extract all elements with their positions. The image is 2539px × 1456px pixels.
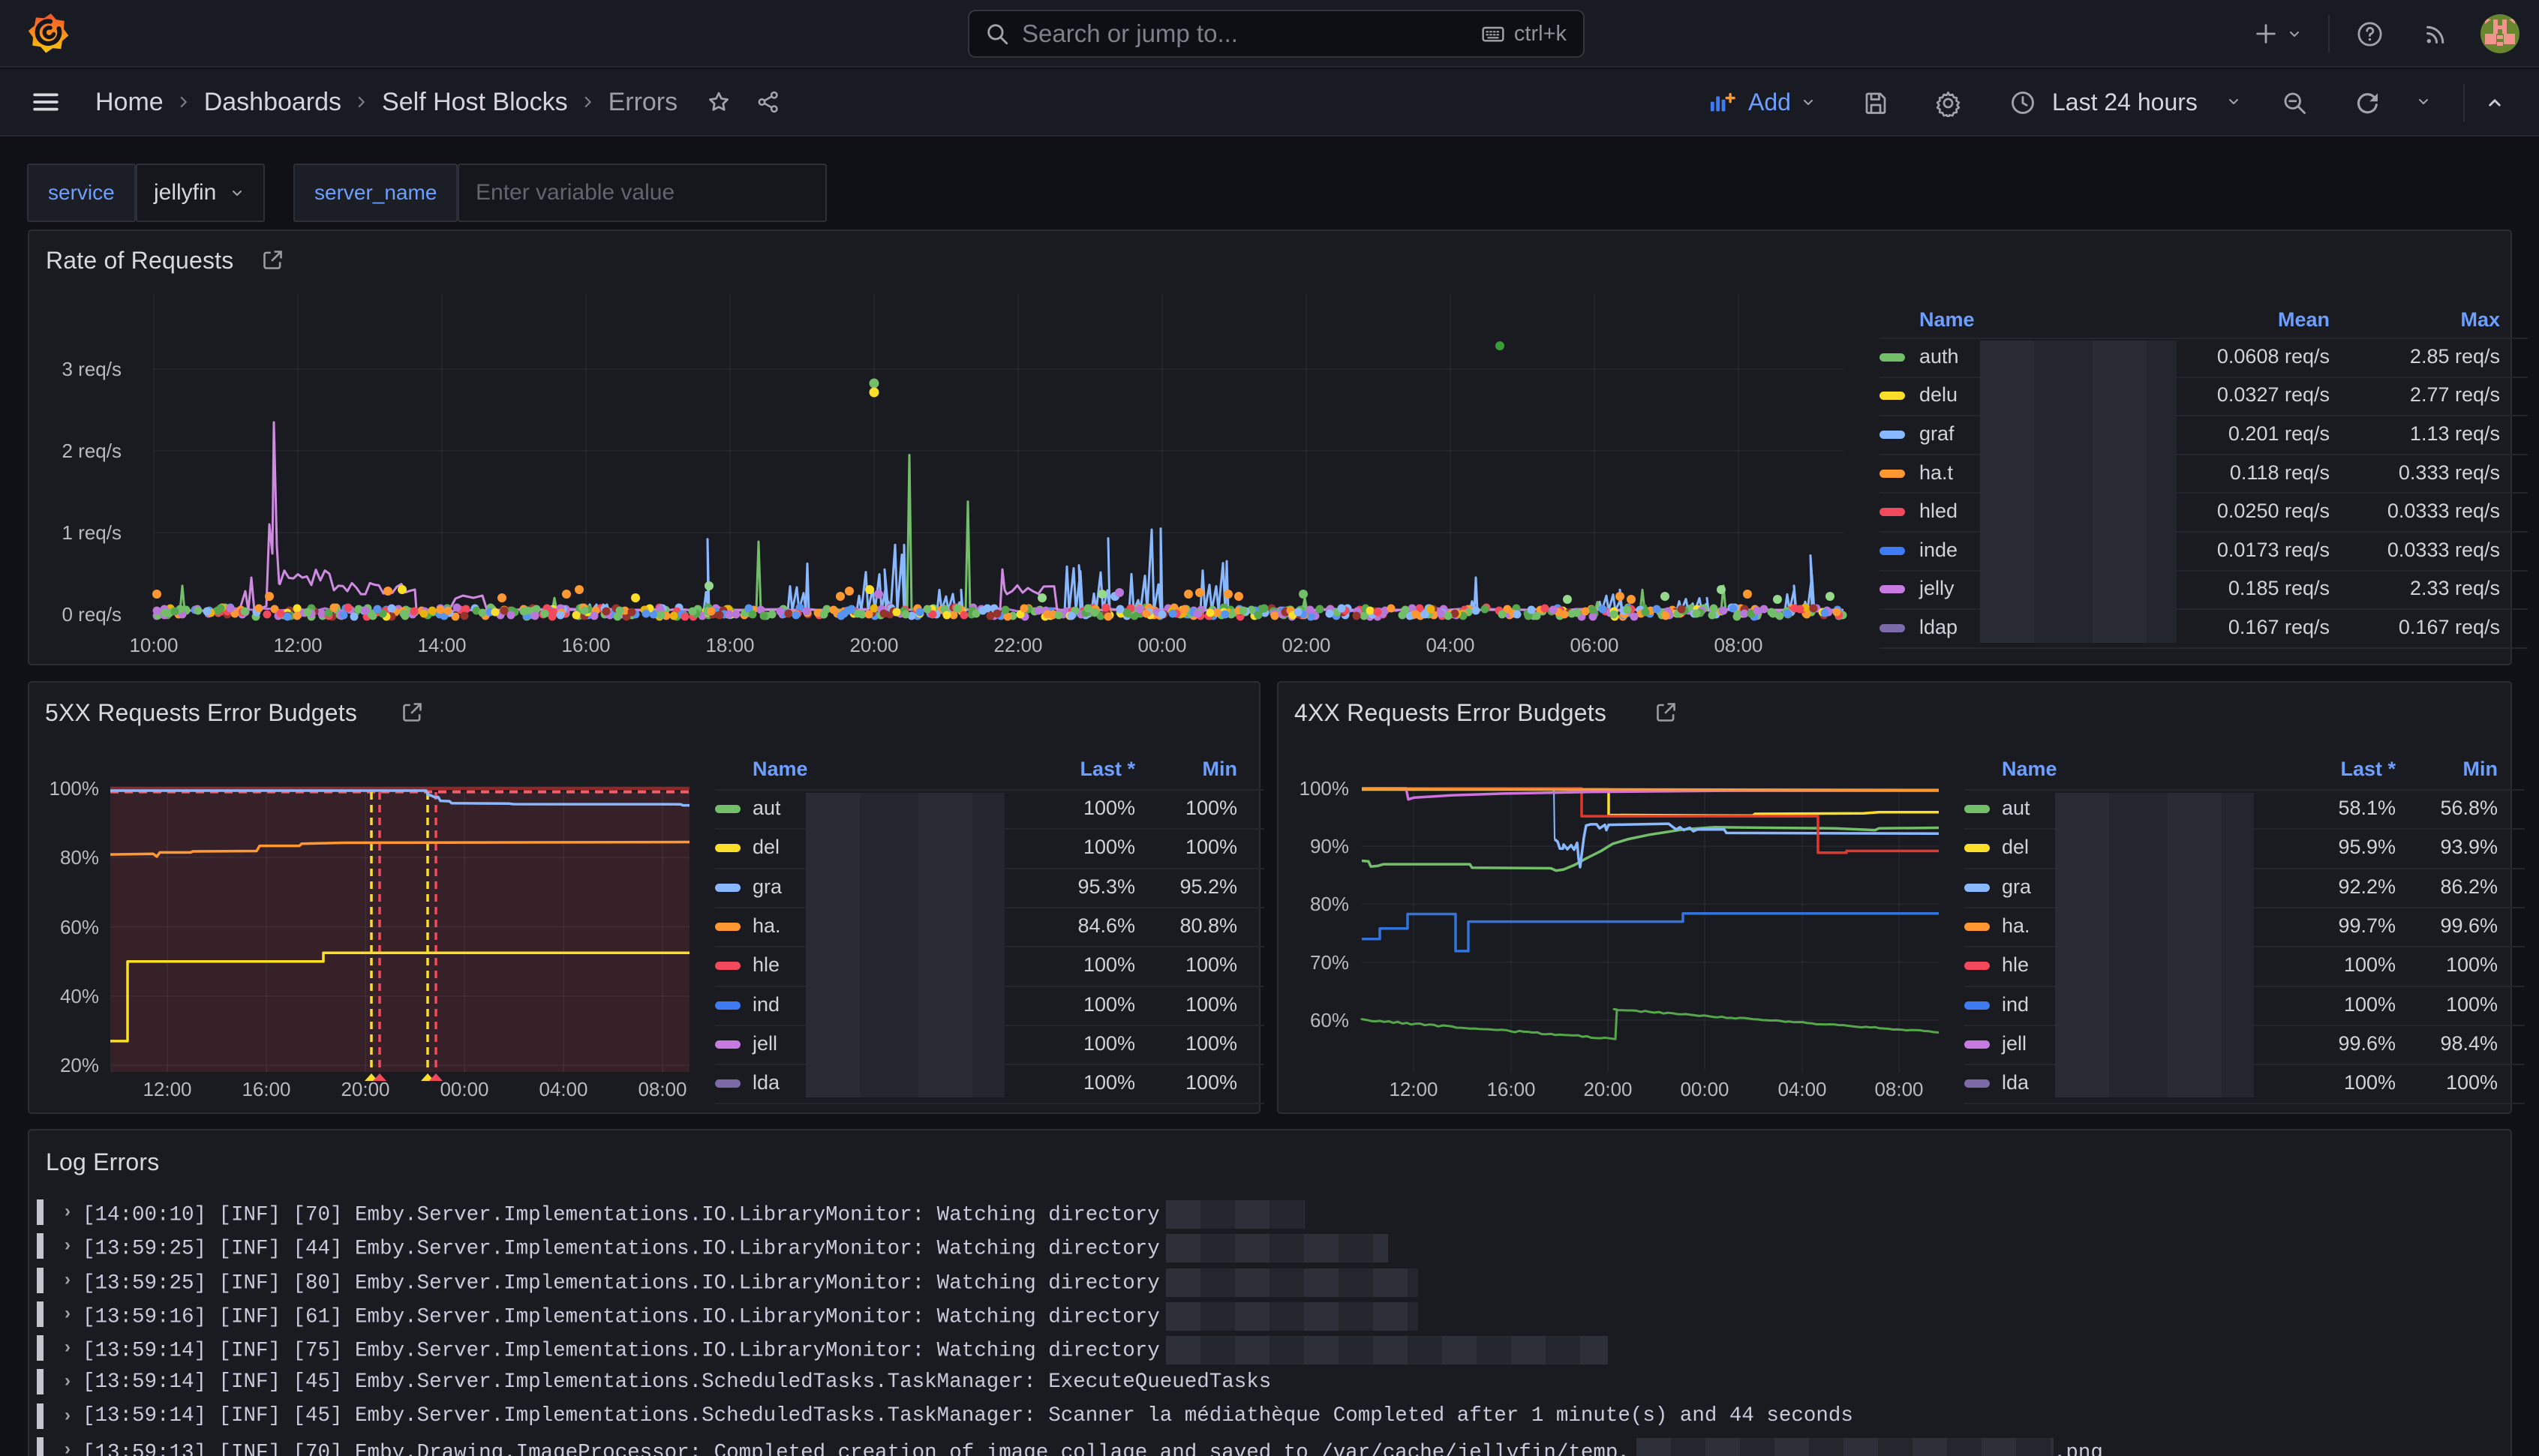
svg-text:04:00: 04:00 [1426,634,1474,656]
svg-text:90%: 90% [1310,835,1349,857]
svg-text:80%: 80% [1310,893,1349,915]
svg-text:70%: 70% [1310,951,1349,974]
svg-text:16:00: 16:00 [1486,1078,1535,1100]
svg-text:60%: 60% [60,916,99,938]
svg-text:3 req/s: 3 req/s [62,358,122,380]
svg-text:60%: 60% [1310,1009,1349,1031]
svg-text:100%: 100% [50,777,100,800]
svg-text:12:00: 12:00 [143,1078,191,1100]
svg-text:20:00: 20:00 [849,634,898,656]
svg-text:08:00: 08:00 [1874,1078,1923,1100]
svg-text:14:00: 14:00 [417,634,466,656]
svg-text:12:00: 12:00 [273,634,322,656]
svg-text:1 req/s: 1 req/s [62,521,122,544]
svg-text:40%: 40% [60,985,99,1007]
svg-text:00:00: 00:00 [1137,634,1186,656]
svg-text:02:00: 02:00 [1282,634,1330,656]
svg-text:12:00: 12:00 [1389,1078,1438,1100]
svg-text:2 req/s: 2 req/s [62,440,122,462]
svg-text:16:00: 16:00 [242,1078,290,1100]
svg-text:100%: 100% [1300,777,1350,800]
svg-text:20:00: 20:00 [1583,1078,1632,1100]
svg-text:08:00: 08:00 [1714,634,1762,656]
svg-text:10:00: 10:00 [129,634,178,656]
svg-text:00:00: 00:00 [1680,1078,1729,1100]
svg-text:08:00: 08:00 [638,1078,687,1100]
svg-text:20%: 20% [60,1054,99,1076]
svg-text:80%: 80% [60,846,99,869]
svg-text:0 req/s: 0 req/s [62,603,122,626]
svg-text:04:00: 04:00 [539,1078,587,1100]
svg-text:20:00: 20:00 [341,1078,389,1100]
svg-text:16:00: 16:00 [561,634,610,656]
svg-text:06:00: 06:00 [1570,634,1618,656]
svg-text:04:00: 04:00 [1777,1078,1826,1100]
svg-text:22:00: 22:00 [993,634,1042,656]
svg-text:00:00: 00:00 [440,1078,488,1100]
svg-text:18:00: 18:00 [705,634,754,656]
